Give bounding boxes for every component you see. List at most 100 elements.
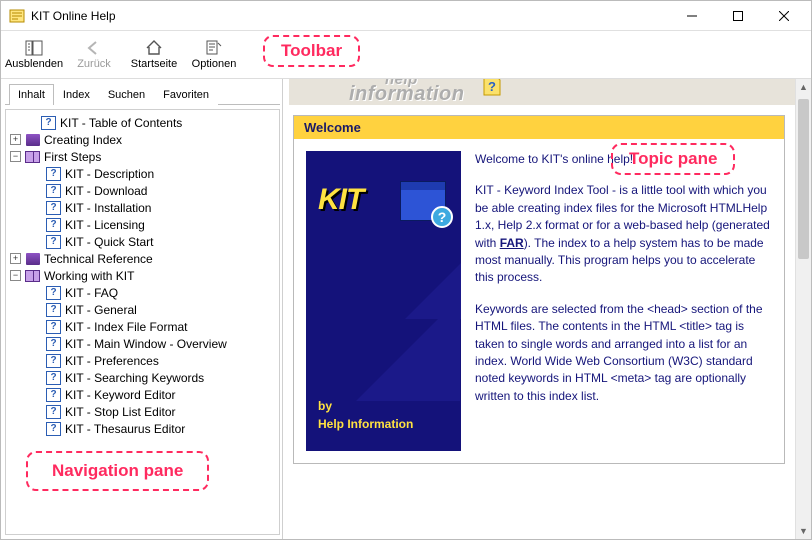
tree-label: KIT - Stop List Editor (65, 405, 176, 419)
help-topic-icon: ? (46, 405, 61, 419)
toolbar-label: Optionen (192, 58, 237, 70)
open-book-icon (25, 150, 40, 164)
app-icon (9, 8, 25, 24)
options-icon (205, 39, 223, 57)
tree-item[interactable]: ? KIT - Stop List Editor (8, 403, 277, 420)
tree-item-creating-index[interactable]: + Creating Index (8, 131, 277, 148)
navigation-pane: Inhalt Index Suchen Favoriten ? KIT - Ta… (1, 79, 283, 539)
close-button[interactable] (761, 1, 807, 31)
tree-label: KIT - Main Window - Overview (65, 337, 227, 351)
tree-label: KIT - FAQ (65, 286, 118, 300)
toolbar-back-button[interactable]: Zurück (65, 34, 123, 76)
tree-label: KIT - Keyword Editor (65, 388, 175, 402)
tree-item[interactable]: ? KIT - Quick Start (8, 233, 277, 250)
tree-item[interactable]: ? KIT - Licensing (8, 216, 277, 233)
tree-item-first-steps[interactable]: − First Steps (8, 148, 277, 165)
tree-label: KIT - Thesaurus Editor (65, 422, 185, 436)
tree-item[interactable]: ? KIT - General (8, 301, 277, 318)
svg-text:?: ? (488, 79, 496, 94)
topic-header-band: help information ? (289, 79, 795, 105)
help-topic-icon: ? (46, 201, 61, 215)
topic-pane: help information ? Welcome KIT ? (283, 79, 811, 539)
expand-icon[interactable]: + (10, 253, 21, 264)
paragraph: KIT - Keyword Index Tool - is a little t… (475, 182, 772, 286)
scroll-down-icon[interactable]: ▼ (796, 523, 811, 539)
tree-item[interactable]: ? KIT - Searching Keywords (8, 369, 277, 386)
help-topic-icon: ? (46, 422, 61, 436)
vertical-scrollbar[interactable]: ▲ ▼ (795, 79, 811, 539)
tab-contents[interactable]: Inhalt (9, 84, 54, 105)
hide-icon (25, 39, 43, 57)
product-logo-panel: KIT ? by Help Information (306, 151, 461, 451)
help-topic-icon: ? (46, 235, 61, 249)
decorative-arrow-icon (306, 231, 461, 401)
tab-index[interactable]: Index (54, 84, 99, 105)
nav-tabs: Inhalt Index Suchen Favoriten (5, 83, 280, 105)
tree-item[interactable]: ? KIT - Description (8, 165, 277, 182)
tree-item[interactable]: ? KIT - Keyword Editor (8, 386, 277, 403)
tree-item[interactable]: ?KIT - Index File Format (8, 318, 277, 335)
closed-book-icon (25, 252, 40, 266)
topic-title-bar: Welcome (294, 116, 784, 139)
tree-label: KIT - Licensing (65, 218, 145, 232)
tree-item[interactable]: ? KIT - Download (8, 182, 277, 199)
help-topic-icon: ? (41, 116, 56, 130)
tree-label: Working with KIT (44, 269, 134, 283)
tree-label: Creating Index (44, 133, 122, 147)
scroll-thumb[interactable] (798, 99, 809, 259)
help-topic-icon: ? (46, 303, 61, 317)
topic-content-card: Welcome KIT ? by Help Information (293, 115, 785, 464)
help-topic-icon: ? (46, 218, 61, 232)
maximize-button[interactable] (715, 1, 761, 31)
tree-item[interactable]: ? KIT - Thesaurus Editor (8, 420, 277, 437)
toolbar-hide-button[interactable]: Ausblenden (5, 34, 63, 76)
tree-label: KIT - Quick Start (65, 235, 153, 249)
tree-item[interactable]: ? KIT - Preferences (8, 352, 277, 369)
tree-label: KIT - General (65, 303, 137, 317)
tree-label: KIT - Description (65, 167, 154, 181)
tree-item-toc[interactable]: ? KIT - Table of Contents (8, 114, 277, 131)
window-title: KIT Online Help (31, 9, 116, 23)
kit-logo-text: KIT (318, 183, 363, 217)
titlebar: KIT Online Help (1, 1, 811, 31)
logo-byline: by Help Information (318, 397, 413, 433)
expand-icon[interactable]: + (10, 134, 21, 145)
help-topic-icon: ? (46, 184, 61, 198)
toolbar-label: Zurück (77, 58, 111, 70)
tree-item[interactable]: ? KIT - FAQ (8, 284, 277, 301)
help-topic-icon: ? (46, 371, 61, 385)
collapse-icon[interactable]: − (10, 151, 21, 162)
tree-label: KIT - Table of Contents (60, 116, 182, 130)
help-question-icon: ? (481, 79, 503, 97)
tree-label: Technical Reference (44, 252, 153, 266)
closed-book-icon (25, 133, 40, 147)
help-topic-icon: ? (46, 388, 61, 402)
tab-favorites[interactable]: Favoriten (154, 84, 218, 105)
tree-item-tech-ref[interactable]: + Technical Reference (8, 250, 277, 267)
toolbar-home-button[interactable]: Startseite (125, 34, 183, 76)
far-link[interactable]: FAR (500, 236, 524, 250)
paragraph: Keywords are selected from the <head> se… (475, 301, 772, 405)
tree-label: KIT - Download (65, 184, 147, 198)
scroll-up-icon[interactable]: ▲ (796, 79, 811, 95)
tree-label: KIT - Preferences (65, 354, 159, 368)
home-icon (145, 39, 163, 57)
minimize-button[interactable] (669, 1, 715, 31)
tree-label: KIT - Index File Format (65, 320, 187, 334)
collapse-icon[interactable]: − (10, 270, 21, 281)
help-topic-icon: ? (46, 354, 61, 368)
toolbar-label: Startseite (131, 58, 177, 70)
tree-item[interactable]: ?KIT - Installation (8, 199, 277, 216)
tree-label: KIT - Searching Keywords (65, 371, 204, 385)
contents-tree[interactable]: ? KIT - Table of Contents + Creating Ind… (5, 109, 280, 535)
open-book-icon (25, 269, 40, 283)
tree-item[interactable]: ?KIT - Main Window - Overview (8, 335, 277, 352)
tab-search[interactable]: Suchen (99, 84, 154, 105)
tree-item-working[interactable]: − Working with KIT (8, 267, 277, 284)
help-window-icon: ? (400, 181, 446, 221)
toolbar-options-button[interactable]: Optionen (185, 34, 243, 76)
help-topic-icon: ? (46, 286, 61, 300)
tree-label: First Steps (44, 150, 101, 164)
paragraph: Welcome to KIT's online help! (475, 151, 772, 168)
help-topic-icon: ? (46, 167, 61, 181)
